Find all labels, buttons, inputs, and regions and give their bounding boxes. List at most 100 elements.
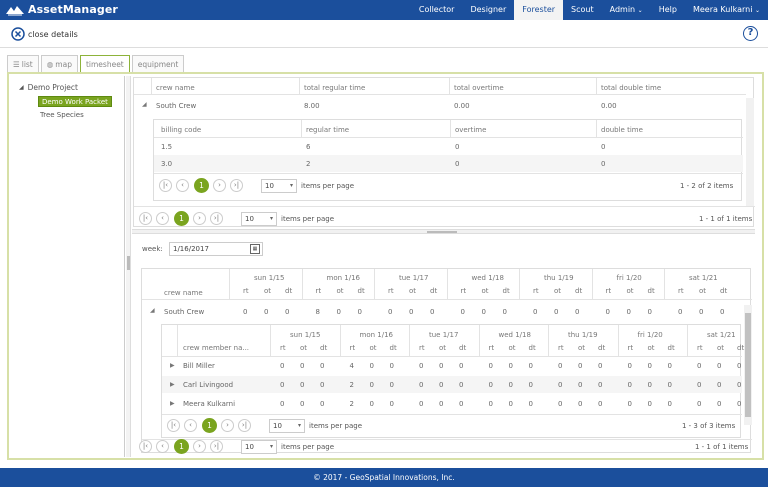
value-cell: 0 bbox=[578, 400, 583, 408]
subcol-header: rt bbox=[419, 344, 425, 352]
tab-timesheet[interactable]: timesheet bbox=[79, 55, 130, 73]
prev-page-button[interactable]: ‹ bbox=[184, 419, 197, 432]
divider bbox=[162, 356, 742, 357]
col-header-crew[interactable]: crew name bbox=[156, 84, 195, 92]
horizontal-splitter[interactable] bbox=[132, 229, 755, 234]
value-cell: 0 bbox=[737, 400, 742, 408]
page-size-select[interactable]: 10 ▾ bbox=[269, 419, 305, 433]
day-header[interactable]: sat 1/21 bbox=[689, 274, 718, 282]
value-cell: 0 bbox=[439, 362, 444, 370]
current-page[interactable]: 1 bbox=[174, 211, 189, 226]
ot-cell: 0 bbox=[455, 160, 460, 168]
menu-admin[interactable]: Admin ⌄ bbox=[602, 0, 651, 20]
splitter-handle[interactable] bbox=[427, 231, 457, 233]
value-cell: 0 bbox=[554, 308, 559, 316]
day-header[interactable]: sun 1/15 bbox=[290, 331, 320, 339]
first-page-button[interactable]: |‹ bbox=[167, 419, 180, 432]
col-header-billing[interactable]: billing code bbox=[161, 126, 201, 134]
col-header-regular-time[interactable]: regular time bbox=[306, 126, 349, 134]
tree-root-label: Demo Project bbox=[27, 83, 78, 92]
scrollbar[interactable] bbox=[744, 305, 752, 425]
vertical-splitter[interactable] bbox=[126, 76, 131, 457]
day-header[interactable]: sat 1/21 bbox=[707, 331, 736, 339]
brand[interactable]: AssetManager bbox=[5, 3, 118, 16]
close-details-button[interactable]: close details bbox=[11, 27, 78, 41]
day-header[interactable]: wed 1/18 bbox=[472, 274, 504, 282]
first-page-button[interactable]: |‹ bbox=[159, 179, 172, 192]
value-cell: 0 bbox=[481, 308, 486, 316]
help-icon[interactable]: ? bbox=[743, 26, 758, 41]
subcol-header: dt bbox=[320, 344, 328, 352]
calendar-icon[interactable]: ▦ bbox=[250, 244, 260, 254]
tree-root[interactable]: ◢ Demo Project bbox=[19, 83, 78, 92]
collapse-icon[interactable]: ◢ bbox=[142, 101, 147, 108]
value-cell: 0 bbox=[627, 362, 632, 370]
day-header[interactable]: sun 1/15 bbox=[254, 274, 284, 282]
first-page-button[interactable]: |‹ bbox=[139, 212, 152, 225]
col-header-double[interactable]: total double time bbox=[601, 84, 661, 92]
page-size-select[interactable]: 10 ▾ bbox=[241, 212, 277, 226]
tree-item-selected[interactable]: Demo Work Packet bbox=[38, 96, 112, 107]
col-header-regular[interactable]: total regular time bbox=[304, 84, 365, 92]
day-header[interactable]: tue 1/17 bbox=[429, 331, 458, 339]
last-page-button[interactable]: ›| bbox=[210, 212, 223, 225]
prev-page-button[interactable]: ‹ bbox=[156, 212, 169, 225]
list-icon: ☰ bbox=[13, 59, 20, 69]
divider bbox=[449, 78, 450, 94]
dt-cell: 0 bbox=[601, 160, 606, 168]
day-header[interactable]: tue 1/17 bbox=[399, 274, 428, 282]
expand-icon[interactable]: ▶ bbox=[170, 381, 175, 388]
last-page-button[interactable]: ›| bbox=[210, 440, 223, 453]
subcol-header: rt bbox=[460, 287, 467, 295]
tab-equipment[interactable]: equipment bbox=[131, 55, 185, 72]
prev-page-button[interactable]: ‹ bbox=[176, 179, 189, 192]
next-page-button[interactable]: › bbox=[213, 179, 226, 192]
scrollbar-thumb[interactable] bbox=[745, 313, 751, 417]
next-page-button[interactable]: › bbox=[193, 212, 206, 225]
last-page-button[interactable]: ›| bbox=[230, 179, 243, 192]
menu-help[interactable]: Help bbox=[651, 0, 685, 20]
value-cell: 0 bbox=[626, 308, 631, 316]
col-header-ot[interactable]: overtime bbox=[455, 126, 486, 134]
day-header[interactable]: thu 1/19 bbox=[544, 274, 574, 282]
expand-icon[interactable]: ▶ bbox=[170, 362, 175, 369]
page-size-select[interactable]: 10 ▾ bbox=[241, 440, 277, 454]
col-header-crew[interactable]: crew name bbox=[164, 289, 203, 297]
menu-user[interactable]: Meera Kulkarni ⌄ bbox=[685, 0, 768, 20]
col-header-dt[interactable]: double time bbox=[601, 126, 643, 134]
menu-collector[interactable]: Collector bbox=[411, 0, 463, 20]
menu-scout[interactable]: Scout bbox=[563, 0, 602, 20]
day-header[interactable]: mon 1/16 bbox=[327, 274, 360, 282]
close-circle-icon bbox=[11, 27, 25, 41]
menu-designer[interactable]: Designer bbox=[462, 0, 514, 20]
col-header-overtime[interactable]: total overtime bbox=[454, 84, 504, 92]
next-page-button[interactable]: › bbox=[221, 419, 234, 432]
menu-forester[interactable]: Forester bbox=[514, 0, 564, 20]
current-page[interactable]: 1 bbox=[202, 418, 217, 433]
day-header[interactable]: wed 1/18 bbox=[499, 331, 531, 339]
week-date-input[interactable]: 1/16/2017 ▦ bbox=[169, 242, 263, 256]
collapse-icon[interactable]: ◢ bbox=[150, 307, 155, 314]
current-page[interactable]: 1 bbox=[194, 178, 209, 193]
tab-list[interactable]: ☰ list bbox=[7, 55, 39, 72]
current-page[interactable]: 1 bbox=[174, 439, 189, 454]
expand-icon[interactable]: ▶ bbox=[170, 400, 175, 407]
tree-item[interactable]: Tree Species bbox=[40, 111, 84, 119]
day-header[interactable]: thu 1/19 bbox=[568, 331, 598, 339]
first-page-button[interactable]: |‹ bbox=[139, 440, 152, 453]
subcol-header: ot bbox=[717, 344, 725, 352]
scrollbar[interactable] bbox=[746, 98, 754, 206]
day-header[interactable]: fri 1/20 bbox=[638, 331, 663, 339]
prev-page-button[interactable]: ‹ bbox=[156, 440, 169, 453]
page-size-select[interactable]: 10 ▾ bbox=[261, 179, 297, 193]
value-cell: 0 bbox=[717, 362, 722, 370]
last-page-button[interactable]: ›| bbox=[238, 419, 251, 432]
col-header-member[interactable]: crew member na... bbox=[183, 344, 249, 352]
next-page-button[interactable]: › bbox=[193, 440, 206, 453]
splitter-handle[interactable] bbox=[127, 256, 130, 270]
day-header[interactable]: mon 1/16 bbox=[360, 331, 393, 339]
value-cell: 0 bbox=[699, 308, 704, 316]
day-header[interactable]: fri 1/20 bbox=[617, 274, 642, 282]
divider bbox=[301, 269, 303, 299]
tab-map[interactable]: ◍ map bbox=[40, 55, 78, 72]
